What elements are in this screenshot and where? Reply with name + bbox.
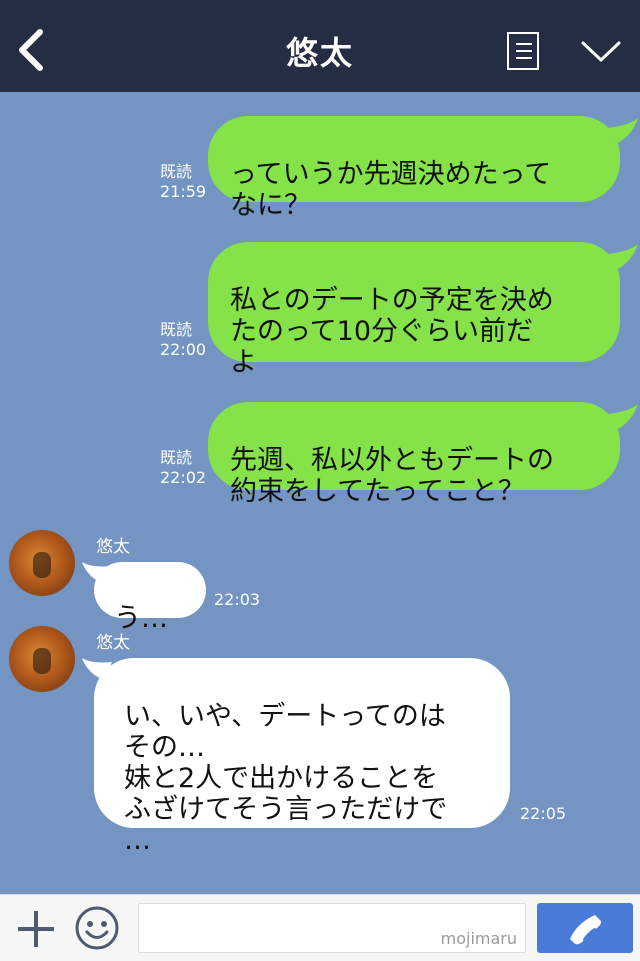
bubble-tail bbox=[606, 244, 638, 270]
menu-icon[interactable] bbox=[507, 32, 539, 70]
sent-message-bubble[interactable]: 私とのデートの予定を決め たのって10分ぐらい前だ よ bbox=[208, 242, 620, 378]
message-time: 22:00 bbox=[160, 340, 207, 359]
phone-icon bbox=[570, 915, 601, 945]
read-receipt: 既読 bbox=[160, 162, 193, 181]
chat-title: 悠太 bbox=[285, 34, 354, 72]
received-message-bubble[interactable]: い、いや、デートってのは その… 妹と2人で出かけることを ふざけてそう言っただ… bbox=[94, 658, 510, 856]
bubble-tail bbox=[606, 118, 638, 144]
message-text: っていうか先週決めたって なに？ bbox=[230, 159, 552, 221]
message-text: 先週、私以外ともデートの 約束をしてたってこと？ bbox=[230, 445, 554, 507]
message-meta: 既読 21:59 bbox=[160, 162, 206, 202]
sender-name: 悠太 bbox=[96, 537, 130, 557]
plus-icon[interactable] bbox=[16, 909, 56, 949]
read-receipt: 既読 bbox=[160, 320, 193, 339]
avatar[interactable] bbox=[9, 530, 75, 596]
sent-message-bubble[interactable]: っていうか先週決めたって なに？ bbox=[208, 116, 620, 221]
message-text: い、いや、デートってのは その… 妹と2人で出かけることを ふざけてそう言っただ… bbox=[124, 701, 448, 856]
call-button[interactable] bbox=[537, 903, 633, 953]
message-input[interactable]: mojimaru bbox=[138, 903, 526, 953]
sender-name: 悠太 bbox=[96, 633, 130, 653]
read-receipt: 既読 bbox=[160, 448, 193, 467]
avatar[interactable] bbox=[9, 626, 75, 692]
message-time: 22:03 bbox=[214, 590, 261, 609]
sent-message-bubble[interactable]: 先週、私以外ともデートの 約束をしてたってこと？ bbox=[208, 402, 620, 507]
message-time: 22:05 bbox=[520, 804, 567, 823]
emoji-icon[interactable] bbox=[74, 905, 120, 951]
message-time: 21:59 bbox=[160, 182, 207, 201]
message-meta: 既読 22:02 bbox=[160, 448, 206, 488]
message-list[interactable]: 既読 21:59 っていうか先週決めたって なに？ 既読 22:00 私とのデー… bbox=[0, 92, 640, 894]
message-meta: 既読 22:00 bbox=[160, 320, 206, 360]
message-time: 22:02 bbox=[160, 468, 207, 487]
input-bar: mojimaru bbox=[0, 894, 640, 961]
message-text: 私とのデートの予定を決め たのって10分ぐらい前だ よ bbox=[230, 285, 554, 378]
bubble-tail bbox=[606, 404, 638, 430]
chevron-down-icon[interactable] bbox=[580, 36, 622, 66]
chat-header: 悠太 bbox=[0, 0, 640, 92]
received-message-bubble[interactable]: う… bbox=[94, 562, 206, 634]
watermark: mojimaru bbox=[440, 929, 517, 948]
